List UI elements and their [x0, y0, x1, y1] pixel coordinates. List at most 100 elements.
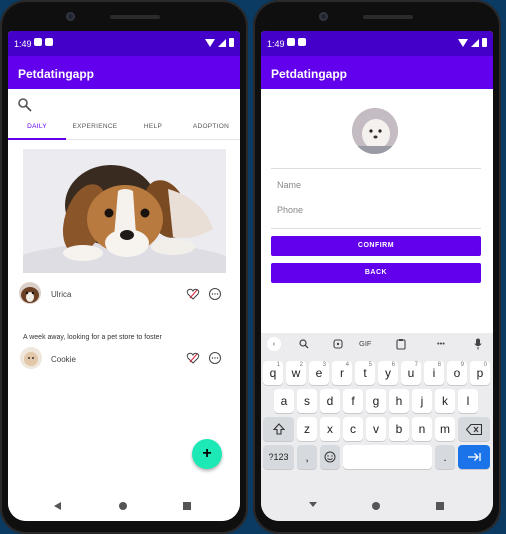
keyboard-row-4: ?123 , . — [261, 445, 493, 469]
shift-key[interactable] — [263, 417, 294, 441]
post-username: Ulrica — [51, 290, 72, 299]
key-i[interactable]: i8 — [424, 361, 444, 385]
key-p[interactable]: p0 — [470, 361, 490, 385]
sticker-icon[interactable] — [333, 339, 343, 349]
tab-adoption[interactable]: ADOPTION — [182, 119, 240, 139]
emoji-key[interactable] — [320, 445, 340, 469]
back-button[interactable]: BACK — [271, 263, 481, 283]
key-y[interactable]: y6 — [378, 361, 398, 385]
key-g[interactable]: g — [366, 389, 386, 413]
shift-icon — [272, 423, 285, 435]
nav-home-icon[interactable] — [372, 502, 380, 510]
tab-help[interactable]: HELP — [124, 119, 182, 139]
microphone-icon[interactable] — [474, 338, 482, 350]
key-l[interactable]: l — [458, 389, 478, 413]
keyboard-row-2: a s d f g h j k l — [261, 389, 493, 413]
app-bar: Petdatingapp — [8, 56, 240, 89]
nav-recents-icon[interactable] — [183, 502, 191, 510]
backspace-key[interactable] — [458, 417, 490, 441]
profile-photo[interactable] — [352, 108, 398, 154]
sim-icon — [45, 38, 53, 46]
gif-button[interactable]: GIF — [359, 339, 372, 348]
key-c[interactable]: c — [343, 417, 363, 441]
key-m[interactable]: m — [435, 417, 455, 441]
notification-icon — [287, 38, 295, 46]
screen-profile-form: 1:49 Petdatingapp Name Phone CONFIRM BAC… — [261, 31, 493, 521]
tab-experience[interactable]: EXPERIENCE — [66, 119, 124, 139]
notification-icon — [34, 38, 42, 46]
clipboard-icon[interactable] — [396, 338, 406, 350]
front-camera — [319, 12, 328, 21]
key-k[interactable]: k — [435, 389, 455, 413]
avatar-cookie[interactable] — [20, 347, 42, 369]
key-z[interactable]: z — [297, 417, 317, 441]
wifi-icon — [458, 38, 468, 47]
symbols-key[interactable]: ?123 — [263, 445, 294, 469]
emoji-icon — [324, 451, 336, 463]
search-icon[interactable] — [17, 97, 33, 113]
key-j[interactable]: j — [412, 389, 432, 413]
avatar-ulrica[interactable] — [19, 282, 41, 304]
like-icon[interactable] — [186, 351, 200, 365]
sim-icon — [298, 38, 306, 46]
key-v[interactable]: v — [366, 417, 386, 441]
tab-daily[interactable]: DAILY — [8, 119, 66, 140]
app-title: Petdatingapp — [271, 67, 348, 81]
key-e[interactable]: e3 — [309, 361, 329, 385]
tab-bar: DAILY EXPERIENCE HELP ADOPTION — [8, 119, 240, 140]
front-camera — [66, 12, 75, 21]
add-post-button[interactable]: + — [192, 439, 222, 469]
key-n[interactable]: n — [412, 417, 432, 441]
comment-icon[interactable] — [208, 351, 222, 365]
space-key[interactable] — [343, 445, 432, 469]
screen-feed: 1:49 Petdatingapp DAILY EXPERIENCE HELP … — [8, 31, 240, 521]
hide-keyboard-icon[interactable] — [308, 501, 318, 508]
more-icon[interactable]: ••• — [437, 339, 445, 348]
wifi-icon — [205, 38, 215, 47]
period-key[interactable]: . — [435, 445, 455, 469]
status-time: 1:49 — [14, 39, 32, 49]
nav-recents-icon[interactable] — [436, 502, 444, 510]
signal-icon — [218, 38, 226, 47]
post-text: A week away, looking for a pet store to … — [23, 334, 162, 341]
nav-home-icon[interactable] — [119, 502, 127, 510]
keyboard-row-3: z x c v b n m — [261, 417, 493, 441]
key-q[interactable]: q1 — [263, 361, 283, 385]
status-bar: 1:49 — [8, 31, 240, 56]
key-r[interactable]: r4 — [332, 361, 352, 385]
key-d[interactable]: d — [320, 389, 340, 413]
key-x[interactable]: x — [320, 417, 340, 441]
nav-back-icon[interactable] — [54, 502, 61, 510]
confirm-button[interactable]: CONFIRM — [271, 236, 481, 256]
battery-icon — [482, 38, 487, 47]
key-f[interactable]: f — [343, 389, 363, 413]
enter-key[interactable] — [458, 445, 490, 469]
like-icon[interactable] — [186, 287, 200, 301]
system-nav-bar — [8, 491, 240, 521]
earpiece — [363, 15, 413, 19]
keyboard-row-1: q1 w2 e3 r4 t5 y6 u7 i8 o9 p0 — [261, 361, 493, 385]
post-photo-puppy[interactable] — [23, 149, 226, 273]
enter-icon — [468, 453, 481, 461]
app-title: Petdatingapp — [18, 67, 95, 81]
phone-field[interactable]: Phone — [277, 205, 303, 215]
search-icon[interactable] — [299, 339, 309, 349]
comment-icon[interactable] — [208, 287, 222, 301]
status-time: 1:49 — [267, 39, 285, 49]
phone-left: 1:49 Petdatingapp DAILY EXPERIENCE HELP … — [0, 0, 248, 534]
name-field[interactable]: Name — [277, 180, 301, 190]
key-a[interactable]: a — [274, 389, 294, 413]
key-b[interactable]: b — [389, 417, 409, 441]
key-w[interactable]: w2 — [286, 361, 306, 385]
divider — [271, 228, 481, 229]
key-t[interactable]: t5 — [355, 361, 375, 385]
battery-icon — [229, 38, 234, 47]
comma-key[interactable]: , — [297, 445, 317, 469]
key-u[interactable]: u7 — [401, 361, 421, 385]
key-o[interactable]: o9 — [447, 361, 467, 385]
signal-icon — [471, 38, 479, 47]
soft-keyboard: ‹ GIF ••• q1 w2 e3 r4 t5 y6 u7 i8 o9 p0 — [261, 333, 493, 491]
key-h[interactable]: h — [389, 389, 409, 413]
key-s[interactable]: s — [297, 389, 317, 413]
collapse-icon[interactable]: ‹ — [267, 337, 281, 351]
